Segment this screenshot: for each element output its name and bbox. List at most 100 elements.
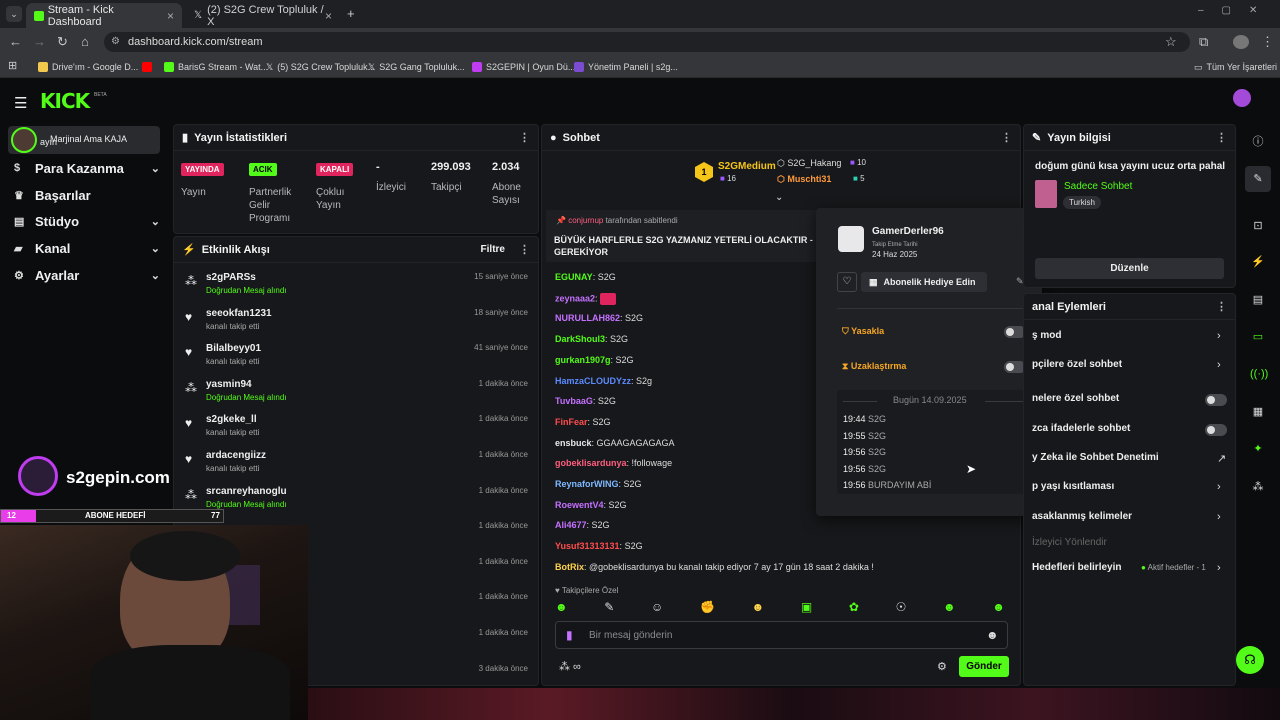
emote-icon[interactable]: ✊ bbox=[700, 600, 715, 616]
chat-username[interactable]: FinFear bbox=[555, 417, 588, 427]
chat-username[interactable]: NURULLAH862 bbox=[555, 313, 620, 323]
emote-icon[interactable]: ☻ bbox=[992, 600, 1005, 616]
chat-rules-icon[interactable]: ⁂ ∞ bbox=[559, 660, 581, 673]
forward-icon[interactable]: → bbox=[33, 34, 46, 49]
document-icon[interactable]: ▤ bbox=[1250, 293, 1266, 309]
emote-icon[interactable]: ▣ bbox=[801, 600, 812, 616]
url-input[interactable]: dashboard.kick.com/stream bbox=[104, 32, 1190, 52]
activity-item[interactable]: ⁂ yasmin94 Doğrudan Mesaj alındı 1 dakika ö… bbox=[180, 377, 534, 413]
tab-search-icon[interactable]: ⌄ bbox=[6, 6, 22, 22]
chat-username[interactable]: BotRix bbox=[555, 562, 584, 572]
category-link[interactable]: Sadece Sohbet bbox=[1064, 181, 1132, 192]
chat-message[interactable]: zeynaaa2: bbox=[555, 292, 617, 305]
chevron-right-icon[interactable]: › bbox=[1217, 511, 1221, 523]
chevron-right-icon[interactable]: › bbox=[1217, 481, 1221, 493]
activity-item[interactable]: ♥ s2gkeke_ll kanalı takip etti 1 dakika önc… bbox=[180, 412, 534, 448]
bookmark-item[interactable]: S2GEPIN | Oyun Dü... bbox=[472, 56, 575, 78]
activity-item[interactable]: ⁂ s2gPARSs Doğrudan Mesaj alındı 15 saniye … bbox=[180, 270, 534, 306]
channel-action-item[interactable]: ş mod bbox=[1032, 330, 1061, 341]
chat-message[interactable]: DarkShoul3: S2G bbox=[555, 334, 628, 344]
chat-message[interactable]: TuvbaaG: S2G bbox=[555, 396, 616, 406]
chat-message[interactable]: gobeklisardunya: !followage bbox=[555, 458, 672, 468]
menu-icon[interactable]: ⋮ bbox=[1261, 34, 1274, 50]
close-icon[interactable]: × bbox=[325, 9, 332, 23]
chat-icon[interactable]: ▭ bbox=[1250, 330, 1266, 346]
user-avatar[interactable] bbox=[1233, 89, 1251, 107]
chat-message[interactable]: Yusuf31313131: S2G bbox=[555, 541, 643, 551]
chat-message[interactable]: EGUNAY: S2G bbox=[555, 272, 616, 282]
chat-username[interactable]: Ali4677 bbox=[555, 520, 587, 530]
activity-item[interactable]: ⁂ srcanreyhanoglu Doğrudan Mesaj alındı 1 d… bbox=[180, 484, 534, 520]
bookmark-item[interactable]: Drive'ım - Google D... bbox=[38, 56, 138, 78]
back-icon[interactable]: ← bbox=[9, 34, 22, 49]
emote-icon[interactable]: ☻ bbox=[752, 600, 765, 616]
hamburger-menu-icon[interactable]: ☰ bbox=[14, 94, 27, 112]
more-icon[interactable]: ⋮ bbox=[1216, 131, 1227, 144]
more-icon[interactable]: ⋮ bbox=[519, 131, 530, 144]
set-goals-item[interactable]: Hedefleri belirleyin bbox=[1032, 562, 1121, 573]
follow-heart-button[interactable]: ♡ bbox=[837, 272, 857, 292]
chat-message[interactable]: BotRix: @gobeklisardunya bu kanalı takip… bbox=[555, 562, 874, 572]
channel-action-item[interactable]: y Zeka ile Sohbet Denetimi bbox=[1032, 452, 1159, 463]
activity-item[interactable]: ♥ seeokfan1231 kanalı takip etti 18 saniye … bbox=[180, 306, 534, 342]
chat-message[interactable]: RoewentV4: S2G bbox=[555, 500, 627, 510]
chat-username[interactable]: gurkan1907g bbox=[555, 355, 611, 365]
external-link-icon[interactable]: ↗ bbox=[1217, 452, 1226, 465]
filter-button[interactable]: Filtre bbox=[481, 244, 505, 255]
channel-action-item[interactable]: zca ifadelerle sohbet bbox=[1032, 423, 1130, 434]
kick-logo[interactable]: KICK bbox=[40, 89, 90, 113]
bookmark-item[interactable]: Yönetim Paneli | s2g... bbox=[574, 56, 678, 78]
chat-username[interactable]: TuvbaaG bbox=[555, 396, 593, 406]
channel-tag[interactable]: Marjinal Ama KAJA ayın bbox=[8, 126, 160, 154]
chat-username[interactable]: Yusuf31313131 bbox=[555, 541, 620, 551]
chevron-right-icon[interactable]: › bbox=[1217, 359, 1221, 371]
channel-action-item[interactable]: pçilere özel sohbet bbox=[1032, 359, 1122, 370]
chevron-right-icon[interactable]: › bbox=[1217, 562, 1221, 574]
channel-action-toggle[interactable] bbox=[1205, 424, 1227, 436]
chat-message[interactable]: NURULLAH862: S2G bbox=[555, 313, 643, 323]
activity-item[interactable]: ♥ Bilalbeyy01 kanalı takip etti 41 saniye ö… bbox=[180, 341, 534, 377]
sidebar-item-monetization[interactable]: $ Para Kazanma ⌄ bbox=[14, 158, 160, 178]
sidebar-item-channel[interactable]: ▰ Kanal ⌄ bbox=[14, 238, 160, 258]
sidebar-item-achievements[interactable]: ♛ Başarılar bbox=[14, 185, 160, 205]
chat-username[interactable]: RoewentV4 bbox=[555, 500, 604, 510]
tab-kick-dashboard[interactable]: Stream - Kick Dashboard × bbox=[26, 3, 182, 28]
send-button[interactable]: Gönder bbox=[959, 656, 1009, 677]
chat-message[interactable]: Ali4677: S2G bbox=[555, 520, 610, 530]
more-icon[interactable]: ⋮ bbox=[1001, 131, 1012, 144]
chat-message[interactable]: HamzaCLOUDYzz: S2g bbox=[555, 376, 652, 386]
emote-icon[interactable]: ✎ bbox=[604, 600, 614, 616]
site-info-icon[interactable]: ⚙ bbox=[111, 36, 120, 47]
extensions-icon[interactable]: ⧉ bbox=[1199, 34, 1208, 50]
emote-icon[interactable]: ☉ bbox=[896, 600, 907, 616]
chat-username[interactable]: ensbuck bbox=[555, 438, 592, 448]
bookmark-item[interactable]: 𝕏 (5) S2G Crew Topluluk... bbox=[266, 56, 375, 78]
wrench-icon[interactable]: ✦ bbox=[1250, 442, 1266, 458]
bookmark-star-icon[interactable]: ☆ bbox=[1165, 34, 1177, 50]
all-bookmarks[interactable]: ▭ Tüm Yer İşaretleri bbox=[1194, 56, 1277, 78]
chat-username[interactable]: zeynaaa2 bbox=[555, 293, 595, 303]
window-controls[interactable]: –▢✕ bbox=[1198, 5, 1275, 16]
home-icon[interactable]: ⌂ bbox=[81, 34, 89, 49]
close-icon[interactable]: × bbox=[167, 9, 174, 23]
tab-s2g-crew[interactable]: 𝕏 (2) S2G Crew Topluluk / X × bbox=[186, 3, 340, 28]
chat-settings-icon[interactable]: ⚙ bbox=[937, 660, 947, 673]
third-gifter[interactable]: ⬡ Muschti31 bbox=[777, 174, 831, 185]
channel-action-item[interactable]: nelere özel sohbet bbox=[1032, 393, 1119, 404]
bolt-icon[interactable]: ⚡ bbox=[1250, 255, 1266, 271]
top-gifter-name[interactable]: S2GMedium bbox=[718, 161, 776, 172]
activity-item[interactable]: ♥ ardacengiizz kanalı takip etti 1 dakika ö… bbox=[180, 448, 534, 484]
profile-avatar[interactable] bbox=[1233, 35, 1249, 49]
chevron-right-icon[interactable]: › bbox=[1217, 330, 1221, 342]
expand-icon[interactable]: ⌄ bbox=[775, 192, 783, 203]
pencil-icon[interactable]: ✎ bbox=[1245, 166, 1271, 192]
chat-username[interactable]: gobeklisardunya bbox=[555, 458, 627, 468]
chat-username[interactable]: ReynaforWING bbox=[555, 479, 619, 489]
channel-action-item[interactable]: asaklanmış kelimeler bbox=[1032, 511, 1132, 522]
bookmark-item[interactable] bbox=[142, 56, 156, 78]
channel-action-toggle[interactable] bbox=[1205, 394, 1227, 406]
emote-icon[interactable]: ✿ bbox=[849, 600, 859, 616]
bookmark-item[interactable]: BarisG Stream - Wat... bbox=[164, 56, 268, 78]
new-tab-icon[interactable]: + bbox=[347, 6, 355, 21]
chat-username[interactable]: DarkShoul3 bbox=[555, 334, 605, 344]
